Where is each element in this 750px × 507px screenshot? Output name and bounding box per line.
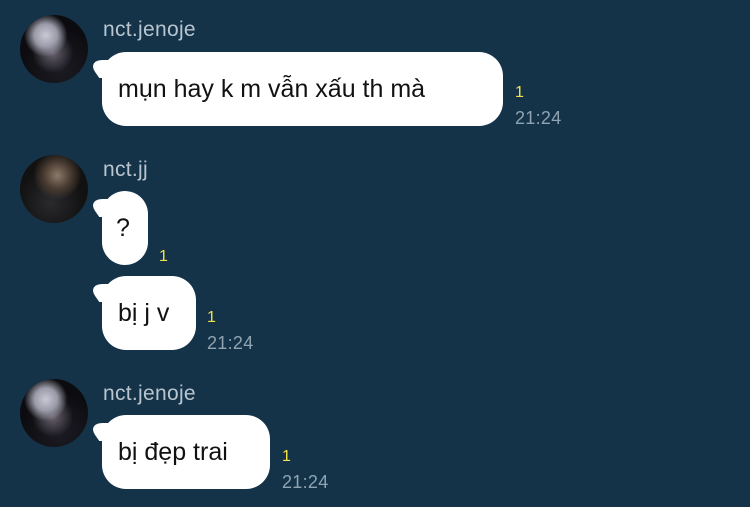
message-text: bị j v bbox=[118, 299, 170, 327]
message-bubble[interactable]: mụn hay k m vẫn xấu th mà bbox=[102, 52, 503, 126]
message-timestamp: 21:24 bbox=[282, 472, 329, 492]
sender-avatar-nct-jenoje[interactable] bbox=[20, 379, 88, 447]
read-count-badge: 1 bbox=[159, 248, 168, 265]
message-bubble[interactable]: ? bbox=[102, 191, 148, 265]
message-bubble[interactable]: bị đẹp trai bbox=[102, 415, 270, 489]
sender-avatar-nct-jenoje[interactable] bbox=[20, 15, 88, 83]
message-timestamp: 21:24 bbox=[207, 333, 254, 353]
sender-name: nct.jj bbox=[103, 158, 148, 181]
read-count-badge: 1 bbox=[515, 84, 524, 101]
sender-name: nct.jenoje bbox=[103, 382, 196, 405]
read-count-badge: 1 bbox=[207, 309, 216, 326]
sender-name: nct.jenoje bbox=[103, 18, 196, 41]
message-text: bị đẹp trai bbox=[118, 438, 228, 466]
message-text: ? bbox=[116, 214, 130, 242]
sender-avatar-nct-jj[interactable] bbox=[20, 155, 88, 223]
read-count-badge: 1 bbox=[282, 448, 291, 465]
message-bubble[interactable]: bị j v bbox=[102, 276, 196, 350]
message-text: mụn hay k m vẫn xấu th mà bbox=[118, 75, 426, 103]
message-timestamp: 21:24 bbox=[515, 108, 562, 128]
